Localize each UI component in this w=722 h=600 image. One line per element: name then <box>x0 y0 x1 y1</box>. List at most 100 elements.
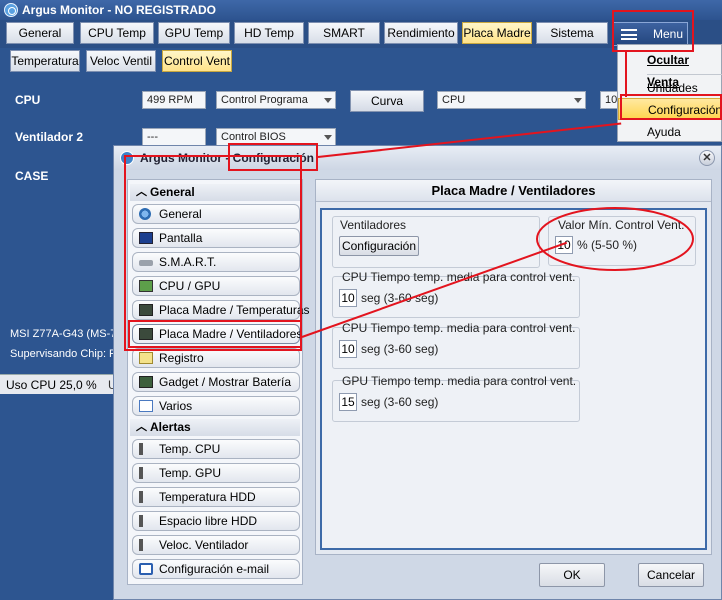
nav-placa-ventiladores[interactable]: Placa Madre / Ventiladores <box>132 324 303 344</box>
cpu-avg-label-2: CPU Tiempo temp. media para control vent… <box>342 321 576 335</box>
cpu-source-value: CPU <box>442 94 466 106</box>
motherboard-icon <box>139 328 153 340</box>
nav-alert-email-label: Configuración e-mail <box>159 562 270 576</box>
nav-smart[interactable]: S.M.A.R.T. <box>132 252 300 272</box>
gadget-icon <box>139 376 153 388</box>
checklist-icon <box>139 400 153 412</box>
fan2-mode-select[interactable]: Control BIOS <box>216 128 336 146</box>
nav-cpu-gpu[interactable]: CPU / GPU <box>132 276 300 296</box>
nav-general-label: General <box>159 207 202 221</box>
nav-alert-temp-gpu[interactable]: Temp. GPU <box>132 463 300 483</box>
dialog-title: Argus Monitor - Configuración <box>140 151 314 165</box>
close-icon[interactable]: ✕ <box>699 150 715 166</box>
chevron-up-icon: ︿ <box>136 186 147 198</box>
nav-varios[interactable]: Varios <box>132 396 300 416</box>
menu-item-unidades[interactable]: Unidades <box>618 77 722 99</box>
menu-separator <box>647 74 722 75</box>
status-bar: Uso CPU 25,0 % U <box>0 374 120 394</box>
nav-alert-veloc-ventilador-label: Veloc. Ventilador <box>159 538 249 552</box>
gpu-avg-unit: seg (3-60 seg) <box>361 395 439 409</box>
tab-placa-madre[interactable]: Placa Madre <box>462 22 532 44</box>
menu-item-ocultar[interactable]: Ocultar Venta <box>618 49 722 89</box>
chevron-down-icon <box>324 98 332 103</box>
nav-general[interactable]: General <box>132 204 300 224</box>
speaker-icon <box>139 491 149 503</box>
nav-alert-temp-hdd-label: Temperatura HDD <box>159 490 256 504</box>
status-cpu-usage: Uso CPU 25,0 % <box>6 378 97 392</box>
motherboard-icon <box>139 304 153 316</box>
hamburger-icon <box>621 29 637 40</box>
curva-button[interactable]: Curva <box>350 90 424 112</box>
fan2-rpm: --- <box>142 128 206 146</box>
menu-button[interactable]: Menu <box>612 22 688 46</box>
tab-cpu-temp[interactable]: CPU Temp <box>80 22 154 44</box>
ok-button[interactable]: OK <box>539 563 605 587</box>
chevron-down-icon <box>324 135 332 140</box>
panel-title: Placa Madre / Ventiladores <box>316 180 711 202</box>
menu-label: Menu <box>653 27 684 41</box>
cpu-source-select[interactable]: CPU <box>437 91 586 109</box>
log-icon <box>139 352 153 364</box>
argus-logo-icon <box>120 151 134 165</box>
main-titlebar: Argus Monitor - NO REGISTRADO <box>0 0 722 20</box>
nav-placa-ventiladores-label: Placa Madre / Ventiladores <box>159 327 303 341</box>
section-alertas-label: Alertas <box>150 420 191 434</box>
subtab-control-vent[interactable]: Control Vent <box>162 50 232 72</box>
cancel-button[interactable]: Cancelar <box>638 563 704 587</box>
subtab-temperatura[interactable]: Temperatura <box>10 50 80 72</box>
board-name: MSI Z77A-G43 (MS-7 <box>10 328 117 340</box>
row-label-cpu: CPU <box>15 93 41 107</box>
fans-group-label: Ventiladores <box>340 218 407 232</box>
row-label-fan2: Ventilador 2 <box>15 130 84 144</box>
nav-alert-temp-cpu[interactable]: Temp. CPU <box>132 439 300 459</box>
email-icon <box>139 563 153 575</box>
tab-sistema[interactable]: Sistema <box>536 22 608 44</box>
nav-varios-label: Varios <box>159 399 193 413</box>
nav-registro[interactable]: Registro <box>132 348 300 368</box>
nav-pantalla-label: Pantalla <box>159 231 203 245</box>
tab-rendimiento[interactable]: Rendimiento <box>384 22 458 44</box>
nav-placa-temps[interactable]: Placa Madre / Temperaturas <box>132 300 310 320</box>
tab-gpu-temp[interactable]: GPU Temp <box>158 22 230 44</box>
menu-item-ayuda[interactable]: Ayuda <box>618 121 722 143</box>
chevron-down-icon <box>574 98 582 103</box>
cpu-avg-input-2[interactable]: 10 <box>339 340 357 358</box>
nav-gadget[interactable]: Gadget / Mostrar Batería <box>132 372 300 392</box>
nav-alert-veloc-ventilador[interactable]: Veloc. Ventilador <box>132 535 300 555</box>
dialog-titlebar: Argus Monitor - Configuración ✕ <box>114 146 721 170</box>
annotation-line <box>625 52 627 97</box>
gpu-avg-label: GPU Tiempo temp. media para control vent… <box>342 374 577 388</box>
nav-alert-temp-cpu-label: Temp. CPU <box>159 442 221 456</box>
speaker-icon <box>139 515 149 527</box>
nav-placa-temps-label: Placa Madre / Temperaturas <box>159 303 310 317</box>
nav-alert-espacio-hdd[interactable]: Espacio libre HDD <box>132 511 300 531</box>
cpu-mode-value: Control Programa <box>221 94 308 106</box>
nav-alert-temp-hdd[interactable]: Temperatura HDD <box>132 487 300 507</box>
argus-icon <box>139 208 151 220</box>
fan2-mode-value: Control BIOS <box>221 131 286 143</box>
speaker-icon <box>139 467 149 479</box>
subtab-veloc-ventil[interactable]: Veloc Ventil <box>86 50 156 72</box>
chip-info: Supervisando Chip: F <box>10 348 116 360</box>
nav-registro-label: Registro <box>159 351 204 365</box>
cpu-mode-select[interactable]: Control Programa <box>216 91 336 109</box>
cpu-avg-input-1[interactable]: 10 <box>339 289 357 307</box>
menu-item-configuracion[interactable]: Configuración <box>618 98 722 120</box>
row-label-case: CASE <box>15 169 49 183</box>
section-alertas[interactable]: ︿ Alertas <box>130 419 300 436</box>
section-general[interactable]: ︿ General <box>130 184 300 201</box>
tab-general[interactable]: General <box>6 22 74 44</box>
nav-pantalla[interactable]: Pantalla <box>132 228 300 248</box>
tab-hd-temp[interactable]: HD Temp <box>234 22 304 44</box>
tab-smart[interactable]: SMART <box>308 22 380 44</box>
chip-icon <box>139 280 153 292</box>
main-title: Argus Monitor - NO REGISTRADO <box>22 3 216 17</box>
nav-alert-email[interactable]: Configuración e-mail <box>132 559 300 579</box>
nav-smart-label: S.M.A.R.T. <box>159 255 217 269</box>
nav-gadget-label: Gadget / Mostrar Batería <box>159 375 292 389</box>
section-general-label: General <box>150 185 195 199</box>
fans-config-button[interactable]: Configuración <box>339 236 419 256</box>
settings-nav: ︿ General General Pantalla S.M.A.R.T. CPU… <box>127 179 310 585</box>
menu-dropdown: Ocultar Venta Unidades Configuración Ayu… <box>617 44 722 142</box>
gpu-avg-input[interactable]: 15 <box>339 393 357 411</box>
